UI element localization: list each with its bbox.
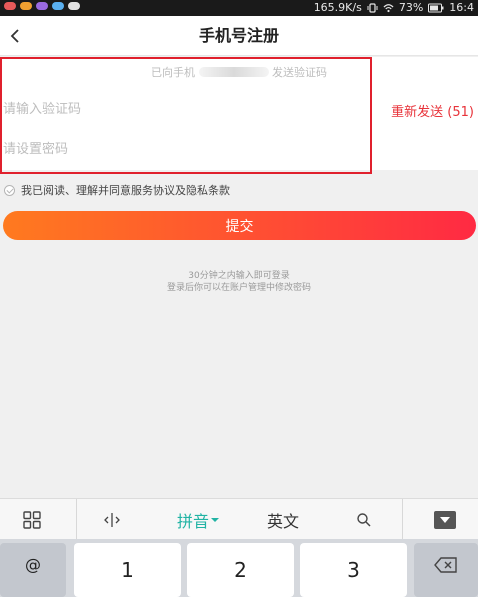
keyboard-toolbar: 拼音 英文: [0, 498, 478, 540]
pinyin-label: 拼音: [176, 511, 209, 531]
key-at[interactable]: @: [0, 543, 66, 597]
hint-suffix: 发送验证码: [272, 66, 327, 79]
english-mode-button[interactable]: 英文: [250, 499, 316, 540]
hide-keyboard-icon: [434, 510, 456, 529]
keyboard-keys: @ 1 2 3: [0, 539, 478, 597]
cursor-move-button[interactable]: [80, 499, 144, 540]
notification-icon: [4, 2, 16, 10]
key-3[interactable]: 3: [300, 543, 407, 597]
vibrate-icon: [367, 2, 378, 13]
agreement-checkbox[interactable]: 我已阅读、理解并同意服务协议及隐私条款: [4, 182, 230, 198]
nav-bar: 手机号注册: [0, 16, 478, 56]
submit-button[interactable]: 提交: [3, 211, 476, 240]
tip-line-2: 登录后你可以在账户管理中修改密码: [166, 283, 311, 293]
battery-icon: [428, 3, 444, 12]
agreement-text: 我已阅读、理解并同意服务协议及隐私条款: [21, 184, 230, 197]
cursor-icon: [104, 512, 120, 527]
masked-phone-number: [198, 67, 269, 77]
resend-code-button[interactable]: 重新发送 (51): [391, 101, 474, 120]
network-speed: 165.9K/s: [313, 1, 362, 14]
clock: 16:4: [449, 1, 474, 14]
hint-prefix: 已向手机: [151, 66, 195, 79]
keyboard-search-button[interactable]: [336, 499, 392, 540]
key-1[interactable]: 1: [74, 543, 181, 597]
grid-icon: [23, 510, 41, 529]
sent-code-hint: 已向手机 发送验证码: [0, 64, 478, 80]
caret-down-icon: [211, 517, 219, 522]
wifi-icon: [383, 3, 394, 12]
pinyin-mode-button[interactable]: 拼音: [164, 499, 232, 540]
page-title: 手机号注册: [198, 26, 279, 45]
backspace-key[interactable]: [414, 543, 478, 597]
english-label: 英文: [266, 511, 299, 531]
check-icon: [4, 184, 15, 196]
notification-icon: [36, 2, 48, 10]
battery-percent: 73%: [398, 1, 424, 14]
verification-code-input[interactable]: [3, 94, 343, 124]
hide-keyboard-button[interactable]: [420, 499, 470, 540]
key-2[interactable]: 2: [187, 543, 294, 597]
notification-icon: [20, 2, 32, 10]
notification-icon: [52, 2, 64, 10]
notification-icon: [68, 2, 80, 10]
backspace-icon: [434, 557, 457, 573]
password-input[interactable]: [3, 134, 363, 164]
status-bar: 165.9K/s 73% 16:4: [0, 0, 478, 16]
search-icon: [357, 512, 371, 527]
notification-icons: [4, 2, 80, 10]
keyboard-menu-button[interactable]: [0, 499, 64, 540]
